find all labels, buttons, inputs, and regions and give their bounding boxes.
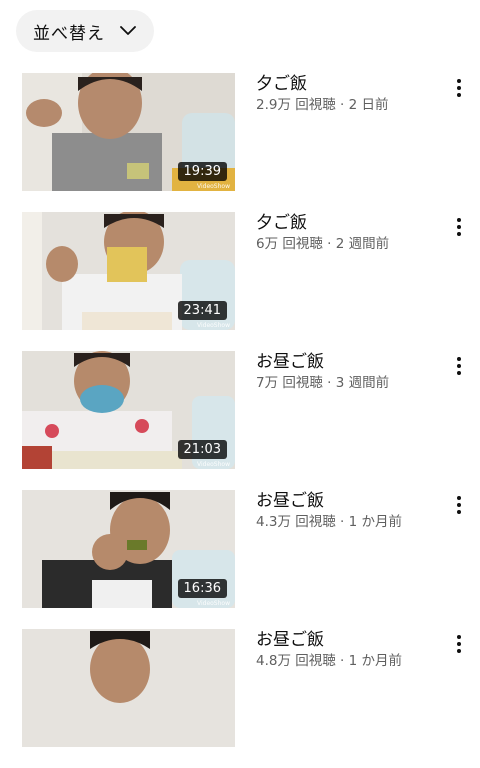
- sort-label: 並べ替え: [33, 23, 105, 44]
- video-thumbnail[interactable]: 23:41 VideoShow: [22, 212, 235, 330]
- video-meta: お昼ご飯 7万 回視聴 · 3 週間前: [256, 351, 446, 392]
- video-stats: 4.3万 回視聴 · 1 か月前: [256, 514, 403, 530]
- video-item[interactable]: 21:03 VideoShow お昼ご飯 7万 回視聴 · 3 週間前: [0, 351, 480, 490]
- watermark: VideoShow: [197, 183, 230, 190]
- more-options-icon[interactable]: [449, 354, 469, 378]
- more-options-icon[interactable]: [449, 493, 469, 517]
- video-item[interactable]: 16:36 VideoShow お昼ご飯 4.3万 回視聴 · 1 か月前: [0, 490, 480, 629]
- duration-badge: 21:03: [177, 440, 227, 459]
- video-meta: 夕ご飯 2.9万 回視聴 · 2 日前: [256, 73, 446, 114]
- video-stats: 6万 回視聴 · 2 週間前: [256, 236, 390, 252]
- watermark: VideoShow: [197, 600, 230, 607]
- video-meta: 夕ご飯 6万 回視聴 · 2 週間前: [256, 212, 446, 253]
- video-stats: 4.8万 回視聴 · 1 か月前: [256, 653, 403, 669]
- video-thumbnail[interactable]: [22, 629, 235, 747]
- video-title[interactable]: お昼ご飯: [256, 490, 446, 512]
- video-thumbnail[interactable]: 21:03 VideoShow: [22, 351, 235, 469]
- duration-badge: 16:36: [177, 579, 227, 598]
- video-item[interactable]: お昼ご飯 4.8万 回視聴 · 1 か月前: [0, 629, 480, 768]
- video-stats: 7万 回視聴 · 3 週間前: [256, 375, 390, 391]
- video-item[interactable]: 23:41 VideoShow 夕ご飯 6万 回視聴 · 2 週間前: [0, 212, 480, 351]
- video-title[interactable]: 夕ご飯: [256, 212, 446, 234]
- duration-badge: 23:41: [177, 301, 227, 320]
- video-meta: お昼ご飯 4.3万 回視聴 · 1 か月前: [256, 490, 446, 531]
- video-stats: 2.9万 回視聴 · 2 日前: [256, 97, 389, 113]
- sort-chip[interactable]: 並べ替え: [16, 10, 154, 52]
- more-options-icon[interactable]: [449, 632, 469, 656]
- watermark: VideoShow: [197, 322, 230, 329]
- thumbnail-image: [22, 629, 235, 747]
- video-title[interactable]: お昼ご飯: [256, 629, 446, 651]
- duration-badge: 19:39: [177, 162, 227, 181]
- chevron-down-icon: [120, 26, 136, 35]
- more-options-icon[interactable]: [449, 76, 469, 100]
- video-thumbnail[interactable]: 19:39 VideoShow: [22, 73, 235, 191]
- watermark: VideoShow: [197, 461, 230, 468]
- video-item[interactable]: 19:39 VideoShow 夕ご飯 2.9万 回視聴 · 2 日前: [0, 73, 480, 212]
- more-options-icon[interactable]: [449, 215, 469, 239]
- video-title[interactable]: 夕ご飯: [256, 73, 446, 95]
- video-thumbnail[interactable]: 16:36 VideoShow: [22, 490, 235, 608]
- video-title[interactable]: お昼ご飯: [256, 351, 446, 373]
